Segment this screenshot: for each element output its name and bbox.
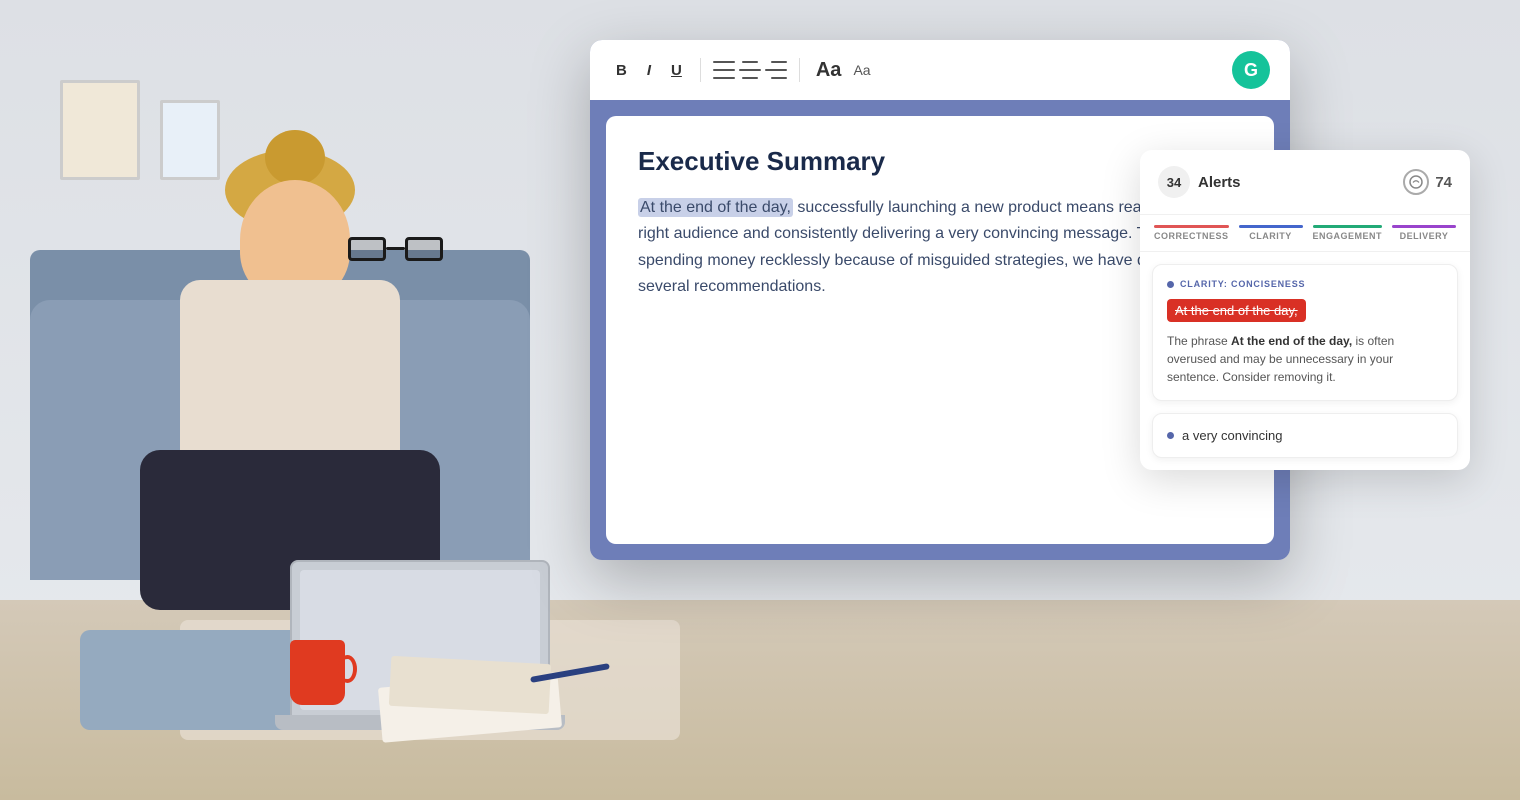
font-size-large-button[interactable]: Aa xyxy=(816,59,842,82)
secondary-alert-text: a very convincing xyxy=(1182,428,1282,443)
alert-description: The phrase At the end of the day, is oft… xyxy=(1167,332,1443,386)
underline-button[interactable]: U xyxy=(665,58,688,83)
engagement-indicator xyxy=(1313,225,1383,228)
alert-type: CLARITY: CONCISENESS xyxy=(1167,279,1443,289)
secondary-alert-card[interactable]: a very convincing xyxy=(1152,413,1458,458)
tab-correctness[interactable]: CORRECTNESS xyxy=(1154,225,1229,241)
tab-clarity-label: CLARITY xyxy=(1249,231,1292,241)
align-left-button[interactable] xyxy=(713,61,735,79)
delivery-indicator xyxy=(1392,225,1456,228)
primary-alert-card[interactable]: CLARITY: CONCISENESS At the end of the d… xyxy=(1152,264,1458,401)
align-right-button[interactable] xyxy=(765,61,787,79)
books xyxy=(380,660,580,740)
wall-frame-2 xyxy=(160,100,220,180)
tab-engagement[interactable]: ENGAGEMENT xyxy=(1313,225,1383,241)
coffee-cup xyxy=(290,640,345,705)
alerts-label: Alerts xyxy=(1198,174,1403,191)
tab-correctness-label: CORRECTNESS xyxy=(1154,231,1229,241)
tab-engagement-label: ENGAGEMENT xyxy=(1313,231,1383,241)
secondary-alert-dot xyxy=(1167,432,1174,439)
highlighted-error-text: At the end of the day, xyxy=(1167,299,1306,322)
clarity-indicator xyxy=(1239,225,1303,228)
divider-2 xyxy=(799,58,800,82)
align-buttons xyxy=(713,61,787,79)
correctness-indicator xyxy=(1154,225,1229,228)
grammarly-logo-button[interactable]: G xyxy=(1232,51,1270,89)
highlighted-phrase: At the end of the day, xyxy=(638,198,793,217)
person-hair-bun xyxy=(265,130,325,185)
align-center-button[interactable] xyxy=(739,61,761,79)
font-size-small-button[interactable]: Aa xyxy=(853,62,870,78)
divider-1 xyxy=(700,58,701,82)
editor-toolbar: B I U Aa Aa G xyxy=(590,40,1290,100)
glasses-bridge xyxy=(386,247,405,250)
alert-dot xyxy=(1167,281,1174,288)
alerts-badge: 34 xyxy=(1158,166,1190,198)
sidebar-panel: 34 Alerts 74 CORRECTNESS CLARITY ENGAGEM… xyxy=(1140,150,1470,470)
sidebar-tabs[interactable]: CORRECTNESS CLARITY ENGAGEMENT DELIVERY xyxy=(1140,215,1470,252)
glasses-left xyxy=(348,237,386,261)
alert-type-text: CLARITY: CONCISENESS xyxy=(1180,279,1305,289)
tab-delivery-label: DELIVERY xyxy=(1400,231,1449,241)
italic-button[interactable]: I xyxy=(641,58,657,83)
score-number: 74 xyxy=(1435,174,1452,191)
bold-button[interactable]: B xyxy=(610,58,633,83)
glasses-right xyxy=(405,237,443,261)
wall-frame-1 xyxy=(60,80,140,180)
person-glasses xyxy=(348,235,443,265)
book-2 xyxy=(389,656,551,714)
sidebar-header: 34 Alerts 74 xyxy=(1140,150,1470,215)
score-area: 74 xyxy=(1403,169,1452,195)
score-icon xyxy=(1403,169,1429,195)
tab-delivery[interactable]: DELIVERY xyxy=(1392,225,1456,241)
tab-clarity[interactable]: CLARITY xyxy=(1239,225,1303,241)
